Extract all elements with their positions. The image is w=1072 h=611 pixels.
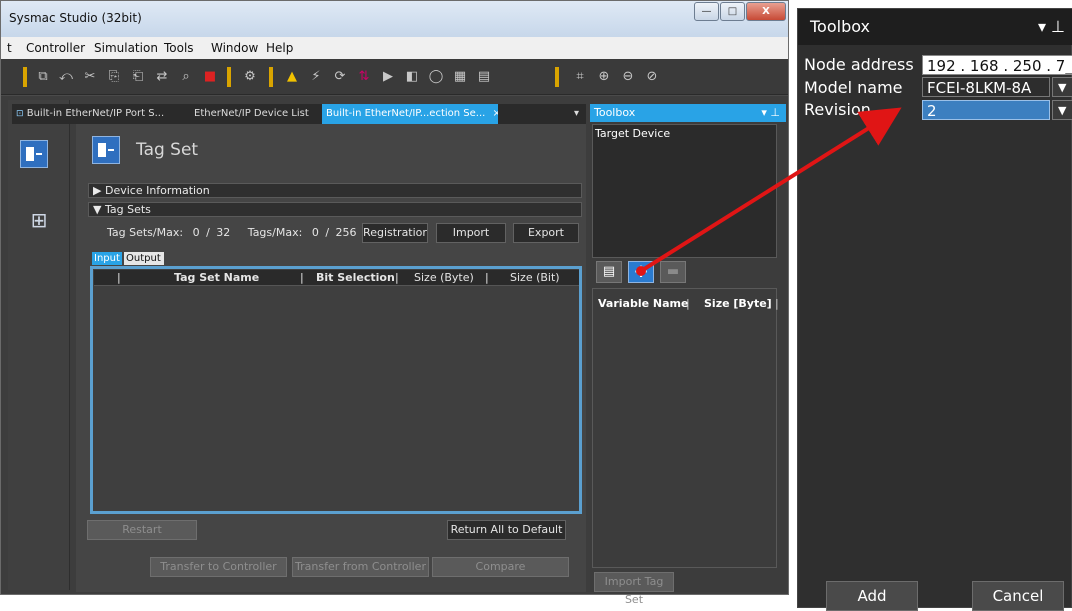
annotation-arrow: [636, 107, 902, 276]
